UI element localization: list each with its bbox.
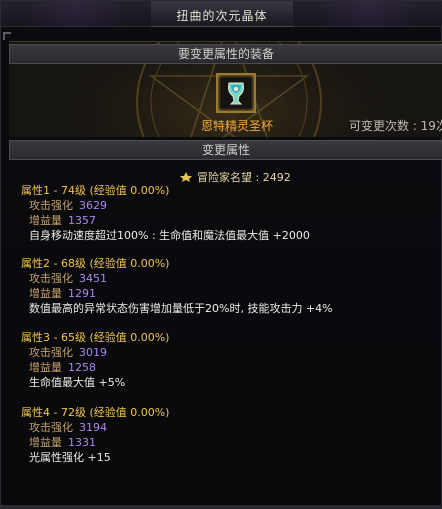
attribute-effect: 生命值最大值 +5% [29, 376, 126, 389]
change-count: 可变更次数 : 19次 [349, 119, 442, 133]
attack-label: 攻击强化 [29, 272, 73, 285]
boost-row: 增益量 1258 [21, 359, 169, 374]
boost-label: 增益量 [29, 361, 62, 374]
window-title: 扭曲的次元晶体 [176, 9, 268, 23]
boost-row: 增益量 1331 [21, 434, 169, 449]
attribute-effect: 自身移动速度超过100% : 生命值和魔法值最大值 +2000 [29, 229, 310, 242]
title-bar[interactable]: 扭曲的次元晶体 [1, 1, 442, 27]
boost-label: 增益量 [29, 436, 62, 449]
attribute-block: 属性3 - 65级 (经验值 0.00%) 攻击强化 3019 增益量 1258 生… [21, 329, 169, 389]
item-slot[interactable] [216, 73, 256, 113]
boost-value: 1331 [68, 436, 96, 449]
bottom-border [1, 505, 442, 508]
attack-value: 3194 [79, 421, 107, 434]
boost-value: 1258 [68, 361, 96, 374]
attack-value: 3629 [79, 199, 107, 212]
attribute-effect: 光属性强化 +15 [29, 451, 111, 464]
attack-row: 攻击强化 3019 [21, 344, 169, 359]
boost-value: 1357 [68, 214, 96, 227]
attack-row: 攻击强化 3194 [21, 419, 169, 434]
attribute-header: 属性4 - 72级 (经验值 0.00%) [21, 406, 170, 419]
attribute-effect: 数值最高的异常状态伤害增加量低于20%时, 技能攻击力 +4% [29, 302, 333, 315]
attribute-block: 属性4 - 72级 (经验值 0.00%) 攻击强化 3194 增益量 1331 光… [21, 404, 169, 464]
attribute-header: 属性1 - 74级 (经验值 0.00%) [21, 184, 170, 197]
attr-section-header: 变更属性 [9, 140, 442, 160]
attack-label: 攻击强化 [29, 421, 73, 434]
attribute-block: 属性1 - 74级 (经验值 0.00%) 攻击强化 3629 增益量 1357 自… [21, 182, 310, 242]
attack-value: 3451 [79, 272, 107, 285]
crystal-window: 扭曲的次元晶体 要变更属性的装备 恩特精灵圣杯 可变更次数 : 19次 变更属性… [0, 0, 442, 509]
attribute-header: 属性2 - 68级 (经验值 0.00%) [21, 257, 170, 270]
boost-row: 增益量 1357 [21, 212, 310, 227]
attribute-header: 属性3 - 65级 (经验值 0.00%) [21, 331, 170, 344]
boost-label: 增益量 [29, 214, 62, 227]
attack-row: 攻击强化 3629 [21, 197, 310, 212]
attack-value: 3019 [79, 346, 107, 359]
chalice-icon [221, 78, 251, 108]
attack-label: 攻击强化 [29, 346, 73, 359]
boost-row: 增益量 1291 [21, 285, 333, 300]
attack-row: 攻击强化 3451 [21, 270, 333, 285]
attribute-block: 属性2 - 68级 (经验值 0.00%) 攻击强化 3451 增益量 1291 数… [21, 255, 333, 315]
boost-label: 增益量 [29, 287, 62, 300]
attack-label: 攻击强化 [29, 199, 73, 212]
boost-value: 1291 [68, 287, 96, 300]
equip-section-header: 要变更属性的装备 [9, 44, 442, 64]
corner-ornament [3, 32, 11, 40]
item-name: 恩特精灵圣杯 [200, 119, 273, 133]
